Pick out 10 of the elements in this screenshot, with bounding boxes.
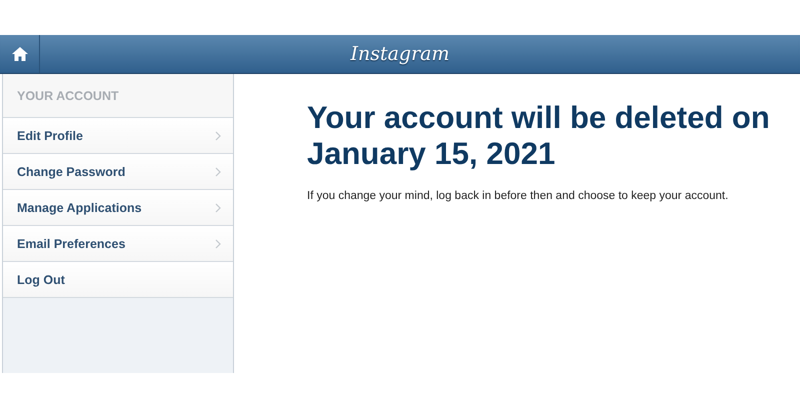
deletion-heading: Your account will be deleted on January 15, 2021 (307, 100, 771, 172)
app-logo: Instagram (350, 43, 450, 65)
section-title: YOUR ACCOUNT (17, 88, 119, 102)
menu-item[interactable]: Manage Applications (3, 190, 233, 226)
menu-item[interactable]: Change Password (3, 154, 233, 190)
menu-item[interactable]: Edit Profile (3, 118, 233, 154)
info-message: If you change your mind, log back in before then and choose to keep your account. (307, 190, 730, 202)
home-icon (10, 46, 28, 62)
menu-item[interactable]: Email Preferences (3, 226, 233, 262)
menu-item[interactable]: Log Out (3, 262, 233, 298)
